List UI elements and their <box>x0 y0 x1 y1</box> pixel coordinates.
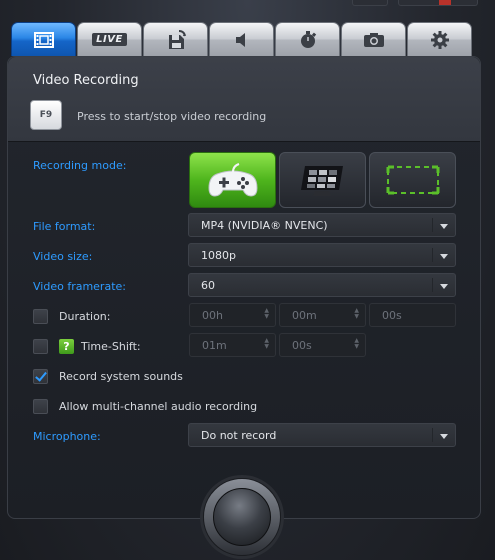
microphone-select[interactable]: Do not record <box>188 423 456 447</box>
duration-hours-stepper[interactable]: 00h ▲ ▼ <box>189 303 276 327</box>
gamepad-icon <box>207 163 258 197</box>
window-control-stub <box>352 0 388 6</box>
timeshift-seconds-stepper[interactable]: 00s ▲ ▼ <box>279 333 366 357</box>
gear-icon <box>430 30 449 49</box>
tab-screenshot[interactable] <box>341 22 406 56</box>
record-button[interactable] <box>213 488 271 546</box>
duration-hours-value: 00h <box>202 309 223 322</box>
timeshift-minutes-stepper[interactable]: 01m ▲ ▼ <box>189 333 276 357</box>
video-framerate-select[interactable]: 60 <box>188 273 456 297</box>
monitor-icon <box>300 166 343 196</box>
recording-mode-label: Recording mode: <box>33 159 127 172</box>
file-format-value: MP4 (NVIDIA® NVENC) <box>201 219 328 232</box>
record-system-sounds-checkbox[interactable] <box>33 369 48 384</box>
time-shift-checkbox[interactable] <box>33 339 48 354</box>
region-select-icon <box>386 165 439 195</box>
video-size-select[interactable]: 1080p <box>188 243 456 267</box>
duration-minutes-stepper[interactable]: 00m ▲ ▼ <box>279 303 366 327</box>
chevron-down-icon <box>440 224 448 229</box>
stepper-arrows-icon[interactable]: ▲ ▼ <box>264 338 269 350</box>
mode-region-button[interactable] <box>369 152 456 208</box>
microphone-label: Microphone: <box>33 430 101 443</box>
time-shift-label: Time-Shift: <box>81 340 141 353</box>
tab-live[interactable]: LIVE <box>77 22 142 56</box>
video-size-label: Video size: <box>33 250 93 263</box>
tab-audio[interactable] <box>209 22 274 56</box>
camera-icon <box>363 32 384 47</box>
chevron-down-icon <box>440 284 448 289</box>
chevron-down-icon <box>440 254 448 259</box>
panel-header: Video Recording F9 Press to start/stop v… <box>8 57 480 142</box>
panel-title: Video Recording <box>33 73 139 88</box>
video-size-value: 1080p <box>201 249 236 262</box>
stopwatch-icon <box>300 30 316 48</box>
tab-timer[interactable] <box>275 22 340 56</box>
video-framerate-value: 60 <box>201 279 215 292</box>
microphone-value: Do not record <box>201 429 277 442</box>
multichannel-audio-label: Allow multi-channel audio recording <box>59 400 258 413</box>
record-system-sounds-label: Record system sounds <box>59 370 183 383</box>
timeshift-seconds-value: 00s <box>292 339 312 352</box>
stepper-arrows-icon[interactable]: ▲ ▼ <box>354 308 359 320</box>
video-recording-panel: Video Recording F9 Press to start/stop v… <box>7 56 481 519</box>
stepper-arrows-icon[interactable]: ▲ ▼ <box>354 338 359 350</box>
live-label: LIVE <box>92 33 127 46</box>
mode-fullscreen-button[interactable] <box>279 152 366 208</box>
tab-save[interactable] <box>143 22 208 56</box>
duration-seconds-stepper[interactable]: 00s <box>369 303 456 327</box>
duration-checkbox[interactable] <box>33 309 48 324</box>
duration-label: Duration: <box>59 310 111 323</box>
duration-seconds-value: 00s <box>382 309 402 322</box>
multichannel-audio-checkbox[interactable] <box>33 399 48 414</box>
hotkey-hint: Press to start/stop video recording <box>77 110 267 123</box>
chevron-down-icon <box>440 434 448 439</box>
tab-settings[interactable] <box>407 22 472 56</box>
film-icon <box>33 31 54 48</box>
hotkey-badge[interactable]: F9 <box>30 100 62 130</box>
timeshift-minutes-value: 01m <box>202 339 227 352</box>
tab-bar: LIVE <box>11 22 472 56</box>
mode-game-button[interactable] <box>189 152 276 208</box>
duration-minutes-value: 00m <box>292 309 317 322</box>
file-format-label: File format: <box>33 220 96 233</box>
stepper-arrows-icon[interactable]: ▲ ▼ <box>264 308 269 320</box>
save-icon <box>168 29 186 49</box>
help-icon[interactable]: ? <box>59 339 74 354</box>
video-framerate-label: Video framerate: <box>33 280 126 293</box>
speaker-icon <box>235 32 245 47</box>
window-control-stub <box>398 0 478 6</box>
file-format-select[interactable]: MP4 (NVIDIA® NVENC) <box>188 213 456 237</box>
tab-video[interactable] <box>11 22 76 56</box>
